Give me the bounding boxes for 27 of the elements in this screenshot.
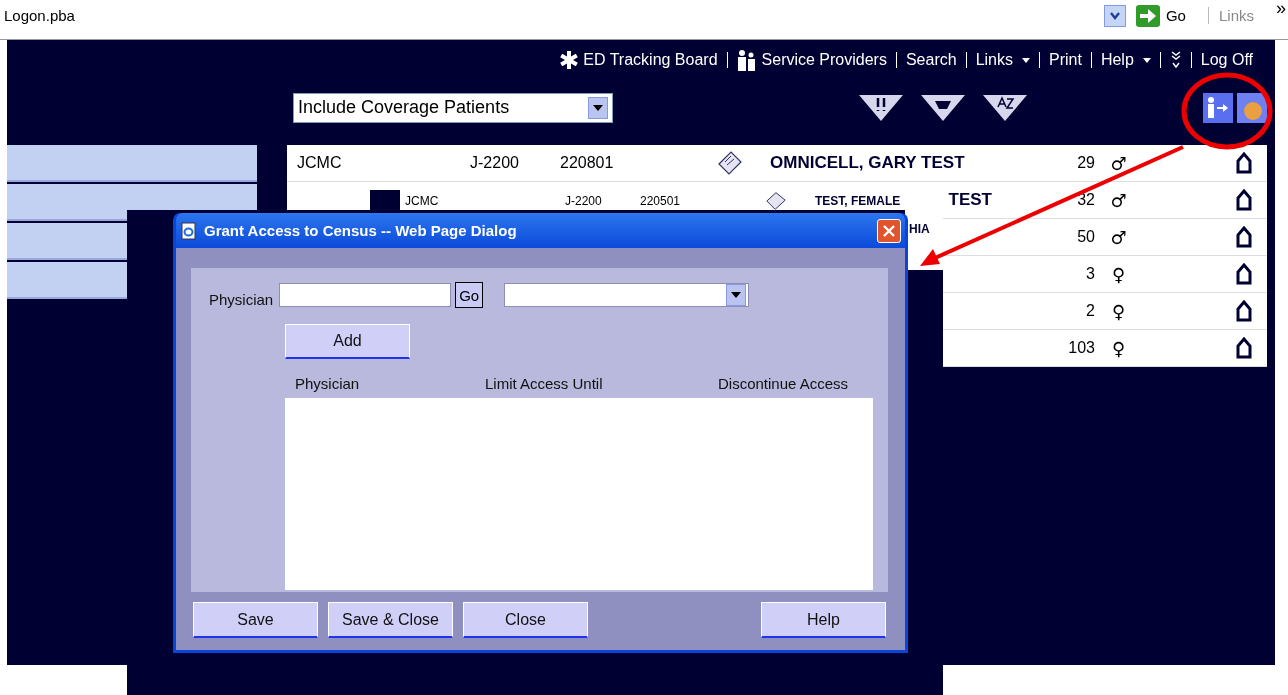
patient-name: HIA [909,222,930,236]
age-cell-text: 2 [1085,302,1095,320]
age-cell-text: 3 [1085,265,1095,283]
sex-symbol: ♀ [1110,263,1127,285]
table-cell: 220501 [640,194,681,208]
table-cell: JCMC [405,194,439,208]
patient-name: OMNICELL, GARY TEST [770,153,965,172]
column-header: Discontinue Access [718,375,849,392]
age-cell-text: 50 [1076,228,1095,246]
table-cell-text: JCMC [296,154,343,172]
dialog-title: Grant Access to Census -- Web Page Dialog [204,222,518,239]
age-cell-text: 29 [1076,154,1095,172]
age-cell-text: 103 [1067,339,1095,357]
sex-symbol: ♀ [1110,300,1127,322]
sex-symbol: ♂ [1109,152,1128,174]
column-header: Limit Access Until [485,375,604,392]
sex-symbol: ♂ [1109,189,1128,211]
sex-symbol: ♀ [1110,337,1127,359]
physician-label: Physician [209,290,274,308]
address-text: Logon.pba [4,7,75,24]
table-cell: J-2200 [565,194,602,208]
sex-symbol: ♂ [1109,226,1128,248]
patient-name: TEST, FEMALE [815,194,901,208]
patient-name: TEST [948,190,992,209]
column-header: Physician [295,375,361,392]
table-cell-text: J-2200 [470,154,520,172]
table-cell-text: 220801 [560,154,615,172]
